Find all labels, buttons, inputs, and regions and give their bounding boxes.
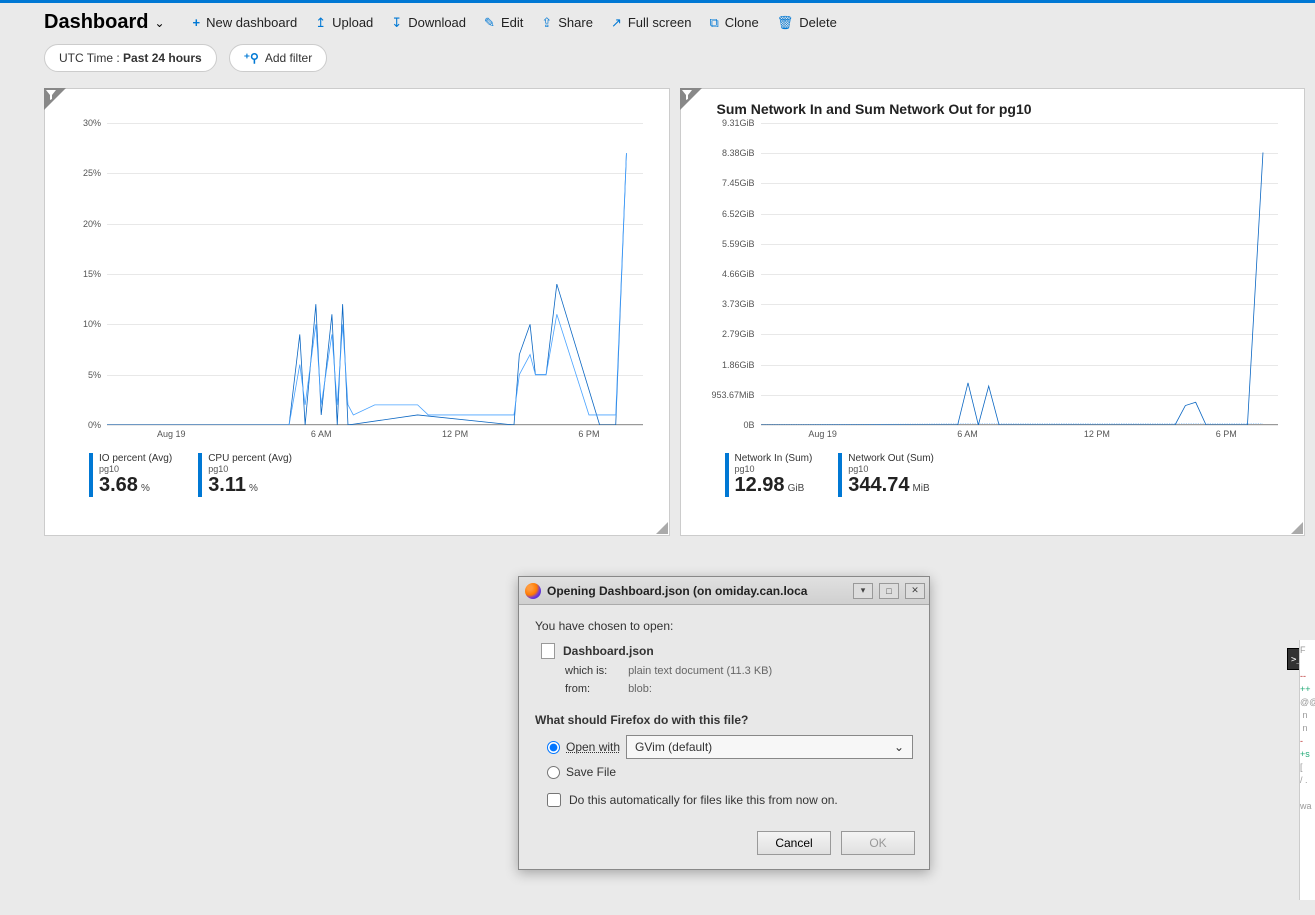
auto-checkbox-row[interactable]: Do this automatically for files like thi…	[547, 793, 913, 807]
add-filter-pill[interactable]: ⁺⚲ Add filter	[229, 44, 327, 72]
file-name: Dashboard.json	[563, 644, 654, 658]
toolbar: Dashboard ⌄ + New dashboard ↥ Upload ↧ D…	[0, 3, 1315, 40]
share-icon: ⇪	[541, 15, 552, 31]
filter-corner-icon[interactable]	[680, 88, 702, 110]
chevron-down-icon: ⌄	[894, 740, 904, 754]
legend-network-out: Network Out (Sum) pg10 344.74MiB	[838, 453, 934, 497]
download-dialog: Opening Dashboard.json (on omiday.can.lo…	[518, 576, 930, 870]
delete-button[interactable]: 🗑 Delete	[777, 15, 837, 31]
chart-title	[81, 101, 653, 119]
chart-title: Sum Network In and Sum Network Out for p…	[717, 101, 1289, 119]
new-dashboard-button[interactable]: + New dashboard	[193, 15, 298, 30]
trash-icon: 🗑	[777, 15, 794, 31]
side-editor-strip: F --++@@ n n-+s[ / .wa	[1299, 640, 1315, 900]
legend-network-in: Network In (Sum) pg10 12.98GiB	[725, 453, 813, 497]
auto-checkbox[interactable]	[547, 793, 561, 807]
download-button[interactable]: ↧ Download	[391, 15, 466, 31]
legend-cpu-percent: CPU percent (Avg) pg10 3.11%	[198, 453, 292, 497]
dialog-prompt: You have chosen to open:	[535, 619, 913, 633]
dialog-titlebar[interactable]: Opening Dashboard.json (on omiday.can.lo…	[519, 577, 929, 605]
cancel-button[interactable]: Cancel	[757, 831, 831, 855]
upload-icon: ↥	[315, 15, 326, 31]
maximize-icon[interactable]: □	[879, 583, 899, 599]
open-with-option[interactable]: Open with GVim (default) ⌄	[547, 735, 913, 759]
resize-handle-icon[interactable]	[656, 522, 668, 534]
share-button[interactable]: ⇪ Share	[541, 15, 593, 31]
save-file-radio[interactable]	[547, 766, 560, 779]
dashboard-title-dropdown[interactable]: Dashboard ⌄	[44, 11, 165, 34]
page-title: Dashboard	[44, 11, 148, 34]
open-with-radio[interactable]	[547, 741, 560, 754]
minimize-icon[interactable]: ▾	[853, 583, 873, 599]
edit-button[interactable]: ✎ Edit	[484, 15, 523, 31]
download-icon: ↧	[391, 15, 402, 31]
chart-2[interactable]: 0B953.67MiB1.86GiB2.79GiB3.73GiB4.66GiB5…	[761, 123, 1279, 443]
resize-handle-icon[interactable]	[1291, 522, 1303, 534]
save-file-option[interactable]: Save File	[547, 765, 913, 779]
filter-bar: UTC Time : Past 24 hours ⁺⚲ Add filter	[0, 40, 1315, 88]
filter-plus-icon: ⁺⚲	[244, 51, 259, 65]
app-select[interactable]: GVim (default) ⌄	[626, 735, 913, 759]
dialog-question: What should Firefox do with this file?	[535, 713, 913, 727]
close-icon[interactable]: ✕	[905, 583, 925, 599]
plus-icon: +	[193, 15, 201, 30]
time-range-pill[interactable]: UTC Time : Past 24 hours	[44, 44, 217, 72]
chart-1[interactable]: 0%5%10%15%20%25%30% Aug 196 AM12 PM6 PM	[107, 123, 643, 443]
copy-icon: ⧉	[709, 15, 718, 31]
ok-button[interactable]: OK	[841, 831, 915, 855]
upload-button[interactable]: ↥ Upload	[315, 15, 373, 31]
filter-corner-icon[interactable]	[44, 88, 66, 110]
expand-icon: ↗	[611, 15, 622, 31]
legend-io-percent: IO percent (Avg) pg10 3.68%	[89, 453, 172, 497]
clone-button[interactable]: ⧉ Clone	[709, 15, 758, 31]
chevron-down-icon: ⌄	[154, 16, 164, 30]
chart-panel-2: Sum Network In and Sum Network Out for p…	[680, 88, 1306, 536]
firefox-icon	[525, 583, 541, 599]
pencil-icon: ✎	[484, 15, 495, 31]
file-icon	[541, 643, 555, 659]
chart-panel-1: 0%5%10%15%20%25%30% Aug 196 AM12 PM6 PM …	[44, 88, 670, 536]
full-screen-button[interactable]: ↗ Full screen	[611, 15, 691, 31]
